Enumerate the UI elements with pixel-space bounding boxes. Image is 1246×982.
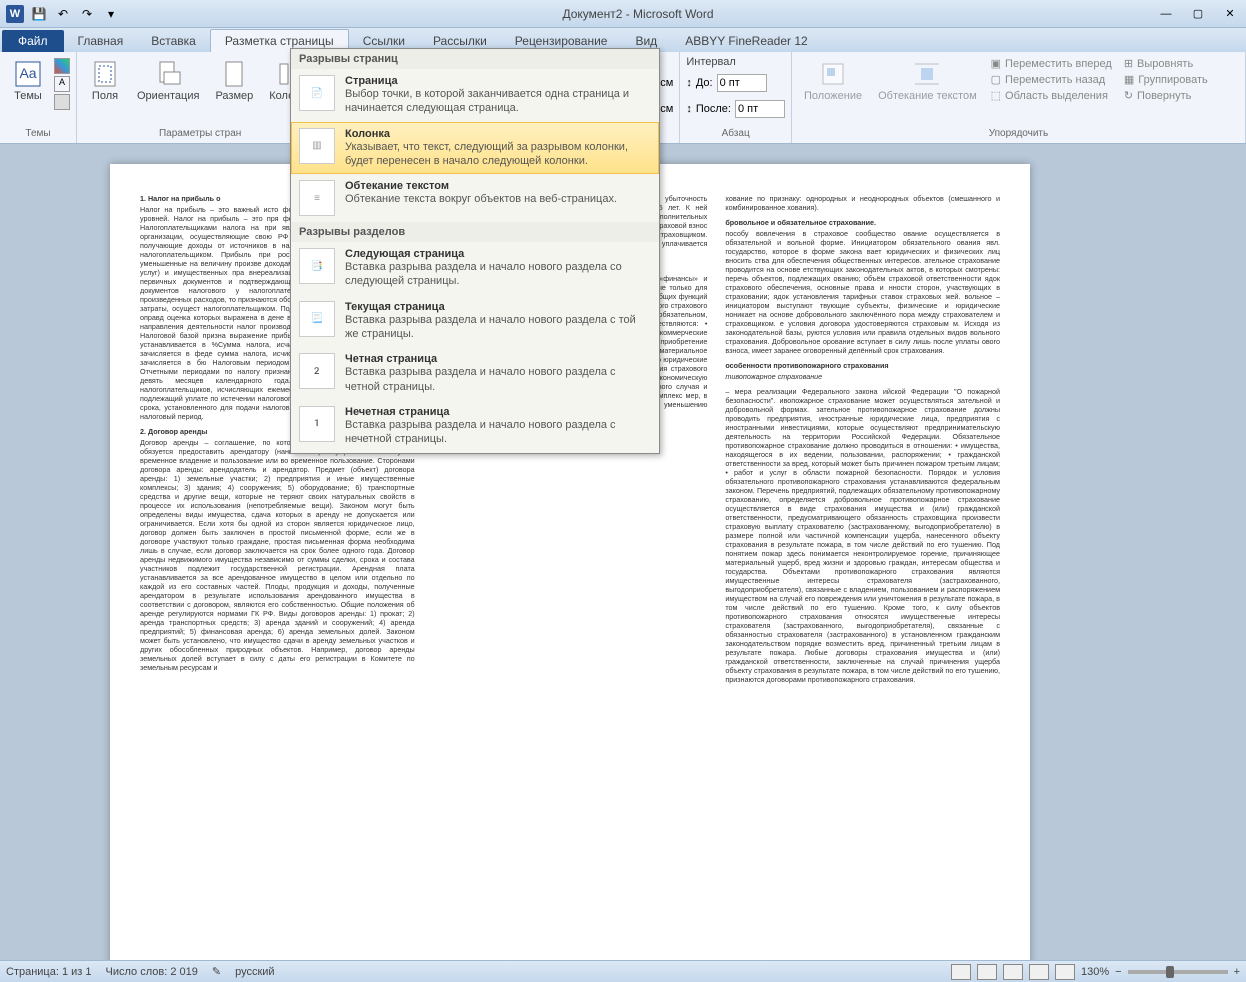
continuous-icon: 📃: [299, 301, 335, 337]
page-break-icon: 📄: [299, 75, 335, 111]
break-even-page-item[interactable]: 2️ Четная страница Вставка разрыва разде…: [291, 347, 659, 400]
align-icon: ⊞: [1124, 57, 1133, 70]
orientation-icon: [152, 58, 184, 90]
text-wrapping-icon: ≡: [299, 180, 335, 216]
close-icon[interactable]: ✕: [1218, 4, 1242, 24]
rotate-icon: ↻: [1124, 89, 1133, 102]
break-page-item[interactable]: 📄 Страница Выбор точки, в которой заканч…: [291, 69, 659, 122]
orientation-button[interactable]: Ориентация: [131, 56, 205, 104]
view-print-layout-icon[interactable]: [951, 964, 971, 980]
page-breaks-header: Разрывы страниц: [291, 49, 659, 69]
zoom-in-icon[interactable]: +: [1234, 966, 1240, 978]
break-next-page-item[interactable]: 📑 Следующая страница Вставка разрыва раз…: [291, 242, 659, 295]
title-bar: W 💾 ↶ ↷ ▾ Документ2 - Microsoft Word — ▢…: [0, 0, 1246, 28]
qat-customize-icon[interactable]: ▾: [100, 3, 122, 25]
maximize-icon[interactable]: ▢: [1186, 4, 1210, 24]
position-button[interactable]: Положение: [798, 56, 868, 104]
margins-button[interactable]: Поля: [83, 56, 127, 104]
status-bar: Страница: 1 из 1 Число слов: 2 019 ✎ рус…: [0, 960, 1246, 982]
wrap-icon: [911, 58, 943, 90]
break-odd-page-item[interactable]: 1️ Нечетная страница Вставка разрыва раз…: [291, 400, 659, 453]
group-page-setup-label: Параметры стран: [83, 126, 317, 141]
forward-icon: ▣: [991, 57, 1001, 70]
tab-file[interactable]: Файл: [2, 30, 64, 52]
zoom-slider[interactable]: [1128, 970, 1228, 974]
spacing-after-icon: ↕: [686, 103, 692, 115]
status-word-count[interactable]: Число слов: 2 019: [106, 966, 198, 978]
next-page-icon: 📑: [299, 248, 335, 284]
save-icon[interactable]: 💾: [28, 3, 50, 25]
spacing-after-input[interactable]: [735, 100, 785, 118]
group-arrange-label: Упорядочить: [798, 126, 1239, 141]
status-language[interactable]: русский: [235, 966, 274, 978]
break-column-item[interactable]: ▥ Колонка Указывает, что текст, следующи…: [291, 122, 659, 175]
margins-icon: [89, 58, 121, 90]
group-arrange: Положение Обтекание текстом ▣Переместить…: [792, 52, 1246, 143]
status-page[interactable]: Страница: 1 из 1: [6, 966, 92, 978]
themes-button[interactable]: Aa Темы: [6, 56, 50, 104]
tab-abbyy[interactable]: ABBYY FineReader 12: [671, 30, 822, 52]
group-button[interactable]: ▦Группировать: [1120, 72, 1212, 87]
spacing-label: Интервал: [686, 56, 735, 68]
theme-fonts-icon[interactable]: A: [54, 76, 70, 92]
send-backward-button[interactable]: ▢Переместить назад: [987, 72, 1116, 87]
group-icon: ▦: [1124, 73, 1134, 86]
tab-insert[interactable]: Вставка: [137, 30, 210, 52]
selection-pane-button[interactable]: ⬚Область выделения: [987, 88, 1116, 103]
view-outline-icon[interactable]: [1029, 964, 1049, 980]
align-button[interactable]: ⊞Выровнять: [1120, 56, 1212, 71]
column-3: хование по признаку: однородных и неодно…: [725, 194, 1000, 690]
group-paragraph-label: Абзац: [686, 126, 785, 141]
redo-icon[interactable]: ↷: [76, 3, 98, 25]
window-controls: — ▢ ✕: [1154, 4, 1242, 24]
theme-effects-icon[interactable]: [54, 94, 70, 110]
spacing-before-input[interactable]: [717, 74, 767, 92]
rotate-button[interactable]: ↻Повернуть: [1120, 88, 1212, 103]
column-break-icon: ▥: [299, 128, 335, 164]
undo-icon[interactable]: ↶: [52, 3, 74, 25]
view-draft-icon[interactable]: [1055, 964, 1075, 980]
odd-page-icon: 1️: [299, 406, 335, 442]
selection-icon: ⬚: [991, 89, 1001, 102]
wrap-text-button[interactable]: Обтекание текстом: [872, 56, 983, 104]
view-web-layout-icon[interactable]: [1003, 964, 1023, 980]
word-app-icon[interactable]: W: [4, 3, 26, 25]
size-button[interactable]: Размер: [209, 56, 259, 104]
section-breaks-header: Разрывы разделов: [291, 222, 659, 242]
break-text-wrapping-item[interactable]: ≡ Обтекание текстом Обтекание текста вок…: [291, 174, 659, 222]
group-themes: Aa Темы A Темы: [0, 52, 77, 143]
backward-icon: ▢: [991, 73, 1001, 86]
group-themes-label: Темы: [6, 126, 70, 141]
tab-home[interactable]: Главная: [64, 30, 138, 52]
zoom-value[interactable]: 130%: [1081, 966, 1109, 978]
spacing-before-icon: ↕: [686, 77, 692, 89]
even-page-icon: 2️: [299, 353, 335, 389]
bring-forward-button[interactable]: ▣Переместить вперед: [987, 56, 1116, 71]
minimize-icon[interactable]: —: [1154, 4, 1178, 24]
zoom-out-icon[interactable]: −: [1115, 966, 1121, 978]
theme-colors-icon[interactable]: [54, 58, 70, 74]
group-spacing: Интервал ↕ До: ↕ После: Абзац: [680, 52, 792, 143]
view-full-screen-icon[interactable]: [977, 964, 997, 980]
break-continuous-item[interactable]: 📃 Текущая страница Вставка разрыва разде…: [291, 295, 659, 348]
window-title: Документ2 - Microsoft Word: [122, 7, 1154, 21]
size-icon: [218, 58, 250, 90]
position-icon: [817, 58, 849, 90]
group-page-setup: Поля Ориентация Размер Колонки Параметры…: [77, 52, 324, 143]
svg-text:Aa: Aa: [19, 65, 36, 81]
status-spellcheck-icon[interactable]: ✎: [212, 965, 221, 978]
quick-access-toolbar: W 💾 ↶ ↷ ▾: [4, 3, 122, 25]
breaks-dropdown: Разрывы страниц 📄 Страница Выбор точки, …: [290, 48, 660, 454]
themes-icon: Aa: [12, 58, 44, 90]
